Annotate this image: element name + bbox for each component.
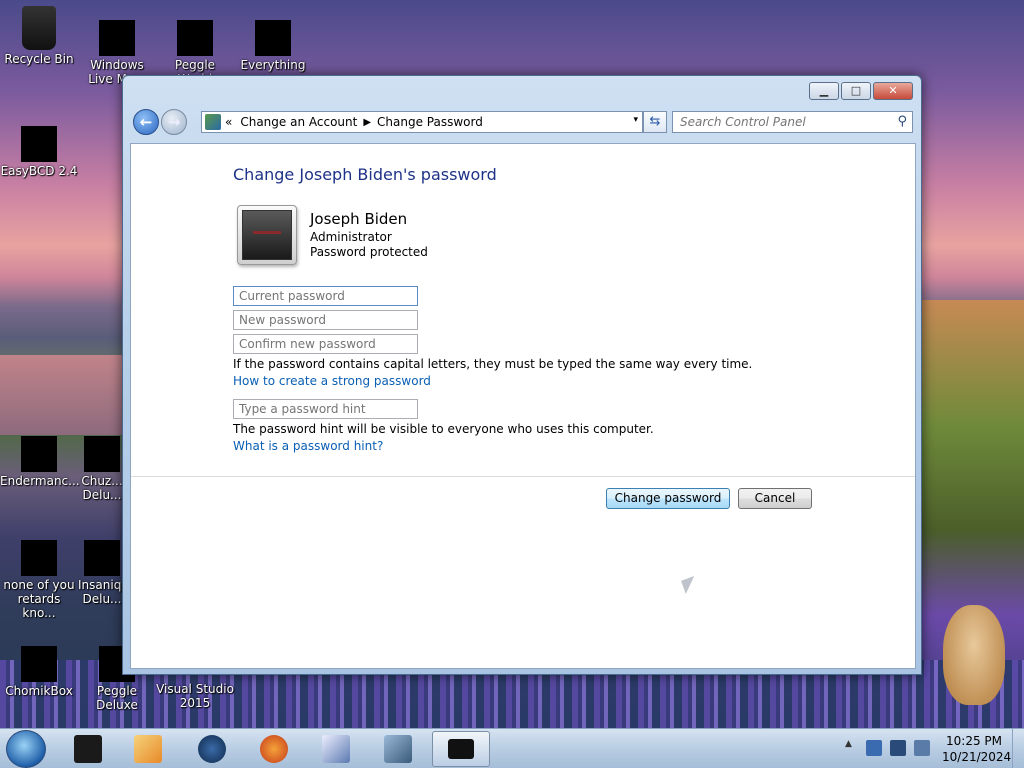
chomikbox-icon [21,646,57,682]
desktop-icon-label: Endermanc... [0,474,80,488]
recycle-bin-icon [22,6,56,50]
tray-overflow-icon[interactable]: ▲ [845,739,852,749]
taskbar-item-firefox[interactable] [248,731,300,767]
capital-letters-note: If the password contains capital letters… [233,357,753,371]
desktop-icon-everything[interactable]: Everything [234,20,312,72]
firefox-icon [260,735,288,763]
breadcrumb-overflow[interactable]: « [225,115,232,129]
navigation-bar: ← → « Change an Account ▶ Change Passwor… [131,108,913,136]
clock-date: 10/21/2024 [942,750,1012,764]
user-avatar [237,205,297,265]
endermanch-icon [21,436,57,472]
current-password-field[interactable] [233,286,418,306]
control-panel-icon [205,114,221,130]
show-desktop-button[interactable] [1012,729,1024,768]
everything-icon [255,20,291,56]
app-icon [74,735,102,763]
maximize-button[interactable]: □ [841,82,871,100]
chuzzle-icon [84,436,120,472]
desktop-icon-chomikbox[interactable]: ChomikBox [0,646,78,698]
desktop-icon-label: Chuz... Delu... [81,474,123,502]
user-role: Administrator [310,230,392,244]
taskbar-item-paint[interactable] [310,731,362,767]
title-buttons: ▁ □ ✕ [809,82,913,100]
breadcrumb-separator-icon[interactable]: ▶ [363,117,371,128]
taskbar-item-control-panel[interactable] [432,731,490,767]
forward-button[interactable]: → [161,109,187,135]
peggle-icon [177,20,213,56]
network-icon[interactable] [914,740,930,756]
content-pane: Change Joseph Biden's password Joseph Bi… [130,143,916,669]
taskbar-item-network[interactable] [372,731,424,767]
control-panel-window: ▁ □ ✕ ← → « Change an Account ▶ Change P… [122,75,922,675]
cancel-button[interactable]: Cancel [738,488,812,509]
strong-password-link[interactable]: How to create a strong password [233,374,431,388]
clock[interactable]: 10:25 PM 10/21/2024 [942,733,1012,765]
confirm-password-field[interactable] [233,334,418,354]
desktop-icon-none-of-you[interactable]: none of you retards kno... [0,540,78,620]
mail-icon [99,20,135,56]
desktop-icon-label: Visual Studio 2015 [156,682,234,710]
taskbar: ▲ 10:25 PM 10/21/2024 [0,728,1024,768]
desktop-icon-label: Everything [240,58,306,72]
paint-icon [322,735,350,763]
address-bar[interactable]: « Change an Account ▶ Change Password ▾ [201,111,643,133]
breadcrumb-change-password[interactable]: Change Password [377,115,483,129]
shortcut-icon [21,540,57,576]
taskbar-item-1[interactable] [62,731,114,767]
minimize-button[interactable]: ▁ [809,82,839,100]
control-panel-window-icon [448,739,474,759]
search-input[interactable] [673,112,883,132]
user-name: Joseph Biden [310,210,408,228]
wallpaper-lake [0,355,140,435]
desktop-icon-label: Insaniq... Delu... [78,578,126,606]
taskbar-item-globe[interactable] [186,731,238,767]
desktop-icon-endermanch[interactable]: Endermanc... [0,436,80,488]
desktop-icon-label: none of you retards kno... [3,578,75,620]
hamster-gadget[interactable] [943,605,1005,705]
hint-visibility-note: The password hint will be visible to eve… [233,422,654,436]
close-button[interactable]: ✕ [873,82,913,100]
user-status: Password protected [310,245,428,259]
password-hint-link[interactable]: What is a password hint? [233,439,383,453]
address-dropdown-icon[interactable]: ▾ [633,115,638,125]
avatar-picture [242,210,292,260]
new-password-field[interactable] [233,310,418,330]
desktop-icon-chuzzle[interactable]: Chuz... Delu... [78,436,126,502]
media-player-icon [134,735,162,763]
taskbar-item-media[interactable] [122,731,174,767]
back-button[interactable]: ← [133,109,159,135]
breadcrumb-change-an-account[interactable]: Change an Account [240,115,357,129]
tray-icon-1[interactable] [866,740,882,756]
desktop-icon-insaniquarium[interactable]: Insaniq... Delu... [78,540,126,606]
page-title: Change Joseph Biden's password [233,165,497,184]
tray-icon-2[interactable] [890,740,906,756]
clock-time: 10:25 PM [946,734,1002,748]
desktop-icon-label: EasyBCD 2.4 [0,164,78,178]
divider [131,476,915,477]
easybcd-icon [21,126,57,162]
refresh-button[interactable]: ⇆ [643,111,667,133]
password-hint-field[interactable] [233,399,418,419]
desktop-icon-visual-studio[interactable]: Visual Studio 2015 [156,682,234,710]
insaniquarium-icon [84,540,120,576]
computer-icon [384,735,412,763]
search-icon[interactable]: ⚲ [897,114,907,129]
desktop-icon-label: ChomikBox [5,684,73,698]
start-button[interactable] [6,730,46,768]
desktop-icon-recycle-bin[interactable]: Recycle Bin [0,6,78,66]
search-box[interactable]: ⚲ [672,111,913,133]
system-tray [866,740,930,756]
globe-icon [198,735,226,763]
desktop-icon-label: Peggle Deluxe [96,684,138,712]
change-password-button[interactable]: Change password [606,488,730,509]
desktop-icon-label: Recycle Bin [4,52,74,66]
desktop-icon-easybcd[interactable]: EasyBCD 2.4 [0,126,78,178]
